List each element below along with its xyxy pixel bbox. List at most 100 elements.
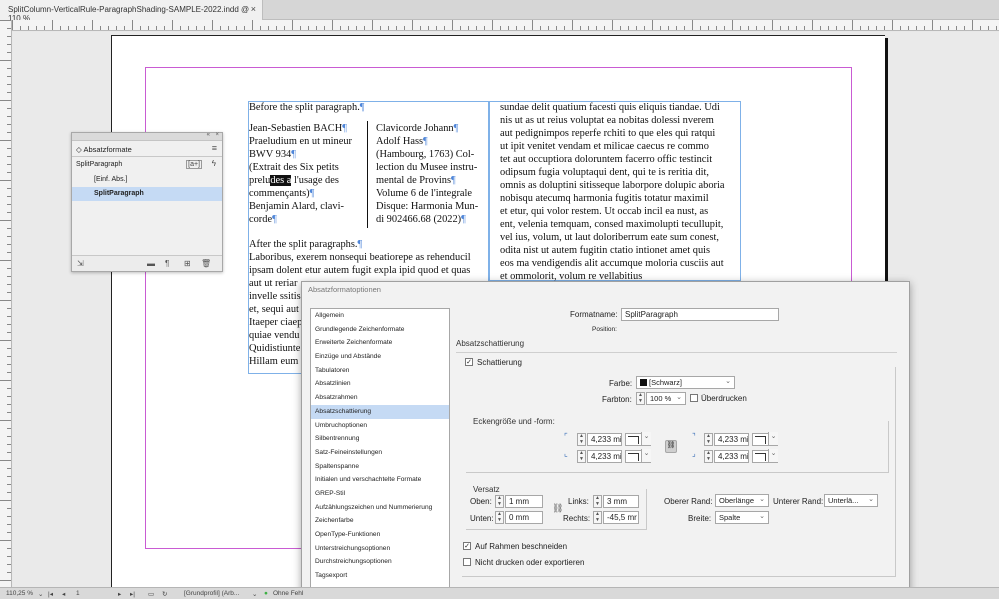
bottom-edge-select[interactable]: Unterlä... ⌄ (824, 494, 878, 507)
dialog-nav-item[interactable]: Absatzlinien (311, 377, 449, 391)
dialog-nav-item[interactable]: Aufzählungszeichen und Nummerierung (311, 501, 449, 515)
ruler-tick (548, 26, 549, 30)
dialog-nav-item[interactable]: Zeichenfarbe (311, 514, 449, 528)
formatname-input[interactable]: SplitParagraph (621, 308, 779, 321)
dialog-nav-item[interactable]: Satz-Feineinstellungen (311, 446, 449, 460)
page-number-field[interactable]: 1 (76, 590, 80, 597)
rechts-input[interactable]: -45,5 mr (603, 511, 639, 524)
corner-br-input[interactable]: 4,233 mi (714, 450, 749, 463)
corner-tl-shape-select[interactable] (625, 432, 651, 446)
preflight-profile-field[interactable]: [Grundprofil] (Arb... (184, 590, 239, 597)
dialog-nav-item[interactable]: Spaltenspanne (311, 460, 449, 474)
prev-page-icon[interactable]: ◂ (62, 590, 65, 598)
corner-bl-input[interactable]: 4,233 mi (587, 450, 622, 463)
vertical-ruler[interactable] (0, 20, 12, 587)
ruler-tick (7, 548, 11, 549)
lightning-icon[interactable]: ϟ (212, 159, 216, 168)
dialog-nav-item[interactable]: OpenType-Funktionen (311, 528, 449, 542)
color-select[interactable]: [Schwarz] ⌄ (636, 376, 735, 389)
dialog-nav-item[interactable]: Tabulatoren (311, 364, 449, 378)
dialog-nav-item[interactable]: Absatzrahmen (311, 391, 449, 405)
links-spinner[interactable]: ▲ ▼ (593, 495, 602, 508)
text-selection[interactable]: des a (270, 175, 292, 186)
style-item-selected[interactable]: SplitParagraph (72, 187, 222, 201)
style-item[interactable]: [Einf. Abs.] (72, 173, 222, 187)
dialog-nav-item[interactable]: Allgemein (311, 309, 449, 323)
new-style-icon[interactable]: ⊞ (184, 259, 191, 268)
corner-br-spinner[interactable]: ▲ ▼ (704, 450, 713, 463)
unten-spinner[interactable]: ▲ ▼ (495, 511, 504, 524)
oben-spinner[interactable]: ▲ ▼ (495, 495, 504, 508)
panel-menu-icon[interactable]: ≡ (212, 143, 217, 153)
link-offsets-icon[interactable]: ⛓ (552, 503, 563, 514)
no-print-checkbox[interactable] (463, 558, 471, 566)
ruler-tick (84, 26, 85, 30)
last-page-icon[interactable]: ▸| (130, 590, 135, 598)
dialog-nav-item[interactable]: Umbruchoptionen (311, 419, 449, 433)
ruler-tick (156, 26, 157, 30)
load-styles-icon[interactable]: ⇲ (77, 259, 84, 268)
clip-to-frame-checkbox[interactable]: ✓ (463, 542, 471, 550)
quick-apply-button[interactable]: [a+] (186, 160, 202, 169)
corner-tr-spinner[interactable]: ▲ ▼ (704, 433, 713, 446)
ruler-tick (7, 372, 11, 373)
ruler-tick (908, 26, 909, 30)
preflight-dropdown-icon[interactable]: ⌄ (252, 590, 257, 598)
ruler-tick (124, 26, 125, 30)
dialog-nav-item[interactable]: Einzüge und Abstände (311, 350, 449, 364)
dialog-nav-item[interactable]: Erweiterte Zeichenformate (311, 336, 449, 350)
corner-tl-input[interactable]: 4,233 mi (587, 433, 622, 446)
ruler-tick (524, 26, 525, 30)
clear-overrides-icon[interactable]: ¶ (165, 259, 169, 268)
panel-tab[interactable]: ◇ Absatzformate ≡ (72, 141, 222, 157)
links-input[interactable]: 3 mm (603, 495, 639, 508)
tint-input[interactable]: 100 % ⌄ (646, 392, 686, 405)
refresh-icon[interactable]: ↻ (162, 590, 167, 598)
dialog-nav-item[interactable]: Initialen und verschachtelte Formate (311, 473, 449, 487)
preflight-ok-icon: ● (264, 590, 268, 597)
corner-bl-shape-select[interactable] (625, 449, 651, 463)
corner-bl-spinner[interactable]: ▲ ▼ (577, 450, 586, 463)
document-tab[interactable]: SplitColumn-VerticalRule-ParagraphShadin… (0, 0, 263, 23)
page-view-icon[interactable]: ▭ (148, 590, 154, 598)
next-page-icon[interactable]: ▸ (118, 590, 121, 598)
ruler-tick (0, 420, 11, 421)
corner-tl-spinner[interactable]: ▲ ▼ (577, 433, 586, 446)
link-corners-icon[interactable]: ⛓ (665, 440, 677, 453)
overprint-checkbox[interactable] (690, 394, 698, 402)
dialog-nav-item[interactable]: Grundlegende Zeichenformate (311, 323, 449, 337)
zoom-dropdown-icon[interactable]: ⌄ (38, 590, 43, 598)
ruler-tick (748, 26, 749, 30)
tint-spinner[interactable]: ▲ ▼ (636, 392, 645, 405)
zoom-field[interactable]: 110,25 % (6, 590, 33, 597)
close-tab-icon[interactable]: × (251, 4, 256, 14)
close-panel-icon[interactable]: × (215, 132, 219, 138)
current-style-row: SplitParagraph [a+] ϟ (72, 157, 222, 173)
corner-tr-input[interactable]: 4,233 mi (714, 433, 749, 446)
ruler-tick (7, 476, 11, 477)
dialog-nav-item[interactable]: Silbentrennung (311, 432, 449, 446)
first-page-icon[interactable]: |◂ (48, 590, 53, 598)
corner-tr-shape-select[interactable] (752, 432, 778, 446)
dialog-nav-item[interactable]: Durchstreichungsoptionen (311, 555, 449, 569)
ruler-tick (780, 26, 781, 30)
dialog-nav-item[interactable]: GREP-Stil (311, 487, 449, 501)
dialog-nav-item[interactable]: Absatzschattierung (311, 404, 449, 419)
dialog-nav-item[interactable]: Tagsexport (311, 569, 449, 583)
ruler-tick (0, 500, 11, 501)
top-edge-select[interactable]: Oberlänge ⌄ (715, 494, 769, 507)
horizontal-ruler[interactable] (12, 20, 999, 31)
ruler-tick (7, 92, 11, 93)
unten-input[interactable]: 0 mm (505, 511, 543, 524)
rechts-spinner[interactable]: ▲ ▼ (593, 511, 602, 524)
new-group-icon[interactable]: ▬ (147, 259, 155, 268)
dialog-nav-item[interactable]: Unterstreichungsoptionen (311, 542, 449, 556)
collapse-panel-icon[interactable]: « (207, 132, 210, 138)
ruler-tick (772, 20, 773, 30)
paragraph-styles-panel: « × ◇ Absatzformate ≡ SplitParagraph [a+… (71, 132, 223, 272)
corner-br-shape-select[interactable] (752, 449, 778, 463)
width-select[interactable]: Spalte ⌄ (715, 511, 769, 524)
oben-input[interactable]: 1 mm (505, 495, 543, 508)
delete-style-icon[interactable]: 🗑 (201, 259, 211, 268)
shading-checkbox[interactable]: ✓ (465, 358, 473, 366)
